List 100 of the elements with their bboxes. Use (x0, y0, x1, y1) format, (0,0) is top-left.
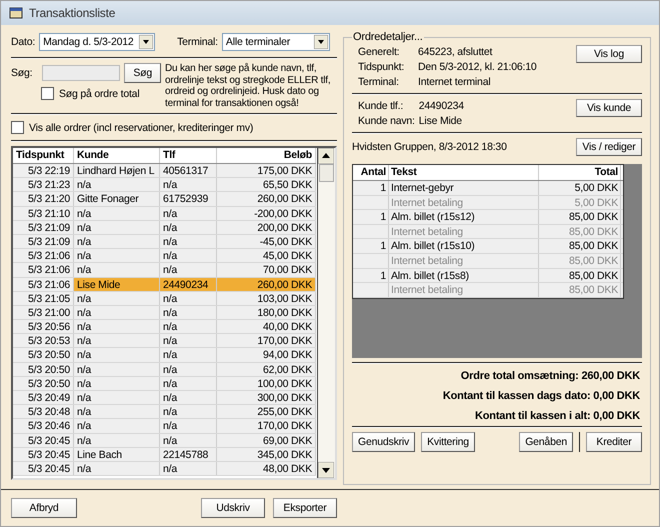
export-button[interactable]: Eksporter (273, 498, 337, 518)
table-cell[interactable]: n/a (160, 234, 217, 248)
table-cell[interactable]: Gitte Fonager (74, 192, 160, 206)
table-cell[interactable]: 61752939 (160, 192, 217, 206)
table-cell[interactable]: n/a (74, 220, 160, 234)
view-customer-button[interactable]: Vis kunde (576, 99, 642, 117)
receipt-button[interactable]: Kvittering (421, 432, 475, 452)
column-header[interactable]: Kunde (74, 148, 160, 163)
table-cell[interactable]: n/a (160, 376, 217, 390)
checkbox[interactable] (11, 121, 24, 134)
table-cell[interactable]: 5/3 21:09 (13, 234, 74, 248)
scroll-up-icon[interactable] (318, 148, 334, 164)
table-cell[interactable]: n/a (160, 292, 217, 305)
table-cell[interactable]: 255,00 DKK (217, 405, 316, 418)
cancel-button[interactable]: Afbryd (11, 498, 77, 518)
table-cell[interactable]: 5/3 20:46 (13, 419, 74, 433)
table-cell[interactable]: n/a (160, 348, 217, 362)
table-cell[interactable]: 5/3 21:06 (13, 263, 74, 276)
table-cell[interactable]: 5/3 21:06 (13, 249, 74, 262)
table-cell[interactable]: 260,00 DKK (217, 278, 316, 291)
table-cell[interactable]: 5/3 20:50 (13, 348, 74, 362)
view-log-button[interactable]: Vis log (576, 45, 642, 63)
table-cell[interactable]: 45,00 DKK (217, 249, 316, 262)
table-cell[interactable]: 70,00 DKK (217, 263, 316, 276)
table-cell[interactable]: n/a (160, 391, 217, 404)
table-cell[interactable]: 5/3 20:53 (13, 334, 74, 348)
column-header[interactable]: Tlf (160, 148, 217, 163)
table-cell[interactable]: 170,00 DKK (217, 419, 316, 433)
table-cell[interactable]: n/a (74, 334, 160, 348)
table-cell[interactable]: 5/3 20:50 (13, 376, 74, 390)
table-cell[interactable]: 40561317 (160, 164, 217, 178)
table-cell[interactable]: n/a (74, 462, 160, 476)
scroll-down-icon[interactable] (318, 462, 334, 478)
table-cell[interactable]: 22145788 (160, 448, 217, 461)
checkbox[interactable] (41, 87, 54, 100)
table-cell[interactable]: 5/3 22:19 (13, 164, 74, 178)
table-cell[interactable]: n/a (160, 178, 217, 192)
table-cell[interactable]: 103,00 DKK (217, 292, 316, 305)
credit-button[interactable]: Krediter (586, 432, 642, 452)
table-cell[interactable]: n/a (160, 220, 217, 234)
table-cell[interactable]: 5/3 21:23 (13, 178, 74, 192)
table-cell[interactable]: 5/3 20:50 (13, 362, 74, 376)
table-cell[interactable]: n/a (160, 320, 217, 334)
table-cell[interactable]: 300,00 DKK (217, 391, 316, 404)
print-button[interactable]: Udskriv (201, 498, 265, 518)
table-cell[interactable]: n/a (74, 306, 160, 320)
table-cell[interactable]: n/a (160, 206, 217, 220)
table-cell[interactable]: n/a (160, 462, 217, 476)
edit-button[interactable]: Vis / rediger (576, 138, 642, 156)
table-cell[interactable]: 5/3 20:49 (13, 391, 74, 404)
table-cell[interactable]: n/a (74, 234, 160, 248)
table-cell[interactable]: n/a (160, 419, 217, 433)
table-cell[interactable]: n/a (74, 249, 160, 262)
table-cell[interactable]: n/a (160, 434, 217, 447)
scrollbar[interactable] (317, 148, 335, 478)
table-cell[interactable]: 5/3 20:45 (13, 434, 74, 447)
table-cell[interactable]: n/a (160, 362, 217, 376)
table-cell[interactable]: n/a (160, 306, 217, 320)
table-cell[interactable]: n/a (74, 362, 160, 376)
table-cell[interactable]: n/a (74, 263, 160, 276)
table-cell[interactable]: Lindhard Højen L (74, 164, 160, 178)
table-cell[interactable]: n/a (160, 334, 217, 348)
table-cell[interactable]: 5/3 21:10 (13, 206, 74, 220)
table-cell[interactable]: 180,00 DKK (217, 306, 316, 320)
table-cell[interactable]: 100,00 DKK (217, 376, 316, 390)
table-cell[interactable]: 69,00 DKK (217, 434, 316, 447)
reopen-button[interactable]: Genåben (519, 432, 573, 452)
table-cell[interactable]: 5/3 20:48 (13, 405, 74, 418)
table-cell[interactable]: 5/3 20:56 (13, 320, 74, 334)
table-cell[interactable]: 345,00 DKK (217, 448, 316, 461)
table-cell[interactable]: 5/3 21:09 (13, 220, 74, 234)
reprint-button[interactable]: Genudskriv (352, 432, 416, 452)
table-cell[interactable]: n/a (160, 249, 217, 262)
table-cell[interactable]: n/a (74, 405, 160, 418)
column-header[interactable]: Tidspunkt (13, 148, 74, 163)
table-cell[interactable]: 5/3 21:06 (13, 278, 74, 291)
table-cell[interactable]: n/a (74, 348, 160, 362)
table-cell[interactable]: n/a (74, 376, 160, 390)
table-cell[interactable]: 5/3 20:45 (13, 462, 74, 476)
table-cell[interactable]: -45,00 DKK (217, 234, 316, 248)
table-cell[interactable]: n/a (74, 391, 160, 404)
table-cell[interactable]: n/a (74, 292, 160, 305)
table-cell[interactable]: n/a (74, 434, 160, 447)
table-cell[interactable]: n/a (74, 206, 160, 220)
scroll-thumb[interactable] (319, 164, 334, 182)
table-cell[interactable]: 40,00 DKK (217, 320, 316, 334)
table-cell[interactable]: 170,00 DKK (217, 334, 316, 348)
table-cell[interactable]: 24490234 (160, 278, 217, 291)
table-cell[interactable]: n/a (74, 320, 160, 334)
table-cell[interactable]: n/a (74, 178, 160, 192)
table-cell[interactable]: 200,00 DKK (217, 220, 316, 234)
terminal-dropdown[interactable]: Alle terminaler (222, 33, 330, 51)
table-cell[interactable]: 5/3 21:20 (13, 192, 74, 206)
table-cell[interactable]: 5/3 21:05 (13, 292, 74, 305)
table-cell[interactable]: Lise Mide (74, 278, 160, 291)
table-cell[interactable]: 175,00 DKK (217, 164, 316, 178)
table-cell[interactable]: 5/3 21:00 (13, 306, 74, 320)
column-header[interactable]: Beløb (217, 148, 316, 163)
table-cell[interactable]: 260,00 DKK (217, 192, 316, 206)
table-cell[interactable]: n/a (74, 419, 160, 433)
